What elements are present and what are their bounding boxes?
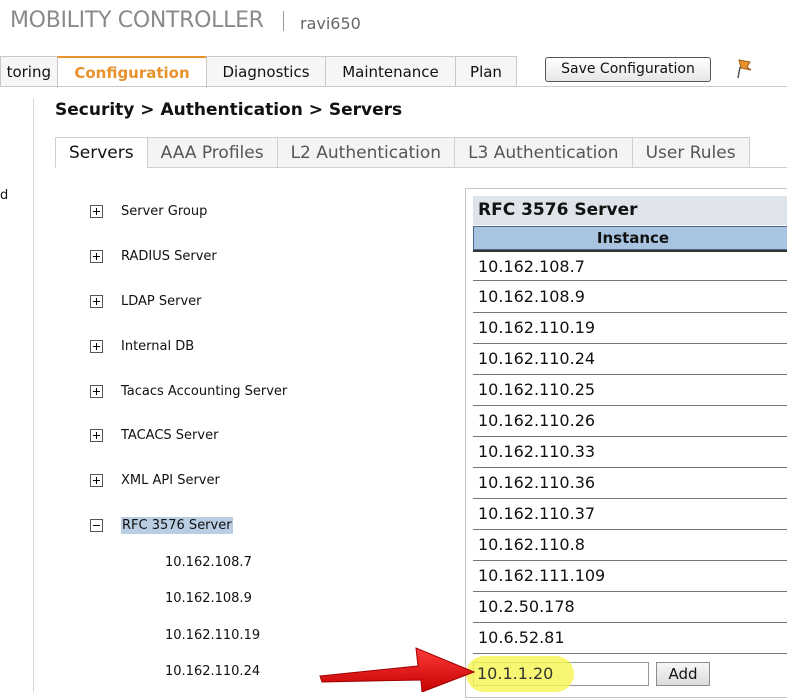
tab-diagnostics[interactable]: Diagnostics	[206, 56, 326, 87]
tab-l3-authentication[interactable]: L3 Authentication	[454, 137, 633, 168]
tab-user-rules[interactable]: User Rules	[631, 137, 750, 168]
nav-divider	[0, 86, 787, 87]
new-instance-value: 10.1.1.20	[477, 664, 554, 683]
tree-child-item[interactable]: 10.162.110.19	[165, 628, 260, 643]
expand-icon[interactable]	[90, 473, 103, 487]
tab-servers[interactable]: Servers	[55, 137, 148, 168]
red-arrow-icon	[319, 647, 476, 692]
table-row[interactable]: 10.162.111.109	[473, 561, 787, 592]
table-row[interactable]: 10.162.110.36	[473, 468, 787, 499]
expand-icon[interactable]	[90, 204, 103, 218]
tree-item-label[interactable]: RADIUS Server	[121, 249, 217, 264]
tree-child-item[interactable]: 10.162.108.7	[165, 555, 252, 570]
expand-icon[interactable]	[90, 294, 103, 308]
expand-icon[interactable]	[90, 428, 103, 442]
tree-child-item[interactable]: 10.162.110.24	[165, 664, 260, 679]
main-nav: toring Configuration Diagnostics Mainten…	[0, 56, 517, 88]
tree-item-label[interactable]: LDAP Server	[121, 294, 202, 309]
table-row[interactable]: 10.162.110.24	[473, 344, 787, 375]
tab-maintenance[interactable]: Maintenance	[325, 56, 456, 87]
tab-aaa-profiles[interactable]: AAA Profiles	[146, 137, 278, 168]
tree-item-ldap-server[interactable]: LDAP Server	[90, 291, 202, 311]
tree-item-radius-server[interactable]: RADIUS Server	[90, 246, 217, 266]
tree-item-label[interactable]: RFC 3576 Server	[121, 516, 233, 534]
sidebar-text-fragment: d	[0, 188, 9, 203]
controller-name: ravi650	[300, 14, 361, 33]
expand-icon[interactable]	[90, 339, 103, 353]
tree-item-label[interactable]: XML API Server	[121, 473, 220, 488]
table-row[interactable]: 10.162.110.19	[473, 313, 787, 344]
tab-monitoring[interactable]: toring	[0, 56, 58, 87]
tab-l2-authentication[interactable]: L2 Authentication	[276, 137, 456, 168]
collapse-icon[interactable]	[90, 518, 103, 532]
tree-item-label[interactable]: Tacacs Accounting Server	[121, 384, 287, 399]
table-row[interactable]: 10.6.52.81	[473, 623, 787, 654]
save-configuration-button[interactable]: Save Configuration	[545, 57, 711, 82]
table-row[interactable]: 10.162.110.25	[473, 375, 787, 406]
tree-item-tacacs-accounting-server[interactable]: Tacacs Accounting Server	[90, 381, 287, 401]
subtabs: Servers AAA Profiles L2 Authentication L…	[55, 137, 750, 168]
table-row[interactable]: 10.162.110.26	[473, 406, 787, 437]
add-button[interactable]: Add	[656, 662, 710, 686]
sidebar-divider	[33, 98, 34, 692]
tab-configuration[interactable]: Configuration	[57, 56, 207, 88]
tree-item-label[interactable]: TACACS Server	[121, 428, 218, 443]
table-row[interactable]: 10.162.108.7	[473, 250, 787, 281]
flag-icon[interactable]	[735, 58, 753, 80]
panel-title: RFC 3576 Server	[473, 196, 787, 225]
tree-child-item[interactable]: 10.162.108.9	[165, 591, 252, 606]
tree-item-internal-db[interactable]: Internal DB	[90, 336, 194, 356]
table-row[interactable]: 10.2.50.178	[473, 592, 787, 623]
tree-item-tacacs-server[interactable]: TACACS Server	[90, 425, 218, 445]
app-title: MOBILITY CONTROLLER	[10, 8, 264, 33]
breadcrumb: Security > Authentication > Servers	[55, 100, 403, 120]
tree-item-label[interactable]: Internal DB	[121, 339, 194, 354]
tree-item-label[interactable]: Server Group	[121, 204, 207, 219]
table-row[interactable]: 10.162.110.37	[473, 499, 787, 530]
column-header-instance[interactable]: Instance	[473, 226, 787, 250]
tree-item-server-group[interactable]: Server Group	[90, 201, 207, 221]
table-row[interactable]: 10.162.110.33	[473, 437, 787, 468]
tree-item-xml-api-server[interactable]: XML API Server	[90, 470, 220, 490]
title-divider	[283, 11, 284, 31]
expand-icon[interactable]	[90, 384, 103, 398]
tab-plan[interactable]: Plan	[455, 56, 517, 87]
expand-icon[interactable]	[90, 249, 103, 263]
table-row[interactable]: 10.162.108.9	[473, 282, 787, 313]
table-row[interactable]: 10.162.110.8	[473, 530, 787, 561]
tree-item-rfc-3576-server[interactable]: RFC 3576 Server	[90, 515, 233, 535]
